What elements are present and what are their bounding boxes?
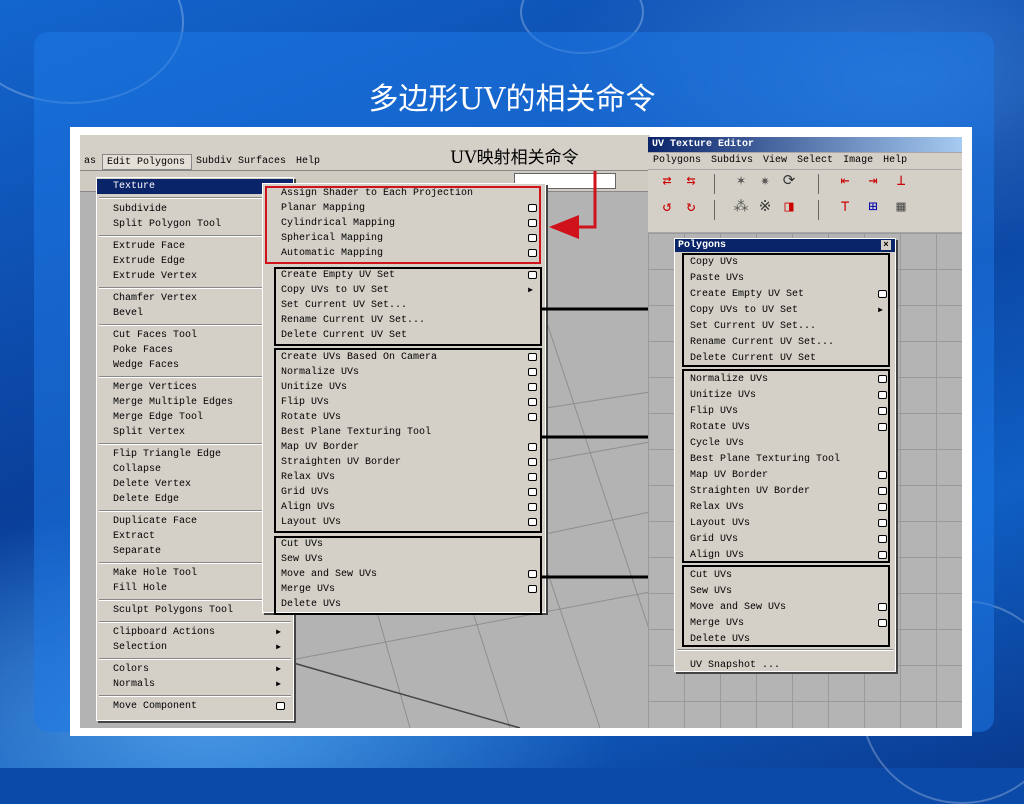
cut-sew-group-frame: [274, 536, 542, 615]
menu-item-selection[interactable]: Selection ▶: [97, 640, 293, 655]
menu-item-label: Chamfer Vertex: [113, 293, 198, 304]
menu-item-label: Extrude Edge: [113, 256, 186, 267]
menu-item-label: Sculpt Polygons Tool: [113, 605, 234, 616]
popup-title: Polygons: [678, 240, 727, 251]
mapping-callout: UV映射相关命令: [450, 148, 579, 168]
align-right-icon[interactable]: ⇥: [862, 172, 884, 192]
menu-separator: [99, 658, 291, 660]
rotate-cw-icon[interactable]: ↻: [680, 198, 702, 218]
menu-item-label: Duplicate Face: [113, 516, 198, 527]
cut-icon[interactable]: ※: [754, 198, 776, 218]
uv-edit-group-frame: [274, 348, 542, 533]
menu-item-colors[interactable]: Colors ▶: [97, 662, 293, 677]
menu-item-label: Delete Edge: [113, 494, 180, 505]
menu-item-label: Normals: [113, 679, 156, 690]
uv-editor-title: UV Texture Editor: [652, 139, 755, 150]
menu-item-uv-snapshot[interactable]: UV Snapshot ...: [675, 658, 895, 673]
menu-item-label: UV Snapshot ...: [690, 660, 781, 671]
option-box-icon[interactable]: [276, 702, 285, 710]
menu-item-label: Extrude Vertex: [113, 271, 198, 282]
screenshot-frame: as Edit Polygons Subdiv Surfaces Help UV…: [70, 127, 972, 736]
align-left-icon[interactable]: ⇤: [834, 172, 856, 192]
menu-item-label: Poke Faces: [113, 345, 174, 356]
menu-item-normals[interactable]: Normals ▶: [97, 677, 293, 692]
rotate-uv-icon[interactable]: ⇆: [680, 172, 702, 192]
toolbar-separator: [818, 200, 819, 220]
menu-separator: [99, 695, 291, 697]
grid-icon[interactable]: ⊞: [862, 198, 884, 218]
toolbar-separator: [714, 200, 715, 220]
mapping-group-frame: [265, 186, 541, 264]
uv-editor-menubar: Polygons Subdivs View Select Image Help: [648, 153, 962, 169]
submenu-arrow-icon: ▶: [276, 628, 281, 637]
menu-item-label: Subdivide: [113, 204, 168, 215]
uv-editor-titlebar: UV Texture Editor: [648, 137, 962, 152]
toolbar-separator: [818, 174, 819, 194]
uv-menu-help[interactable]: Help: [878, 153, 912, 169]
menu-item-label: Wedge Faces: [113, 360, 180, 371]
menu-item-label: Clipboard Actions: [113, 627, 216, 638]
menu-separator: [677, 649, 893, 651]
align-top-icon[interactable]: ⊤: [834, 198, 856, 218]
uv-menu-image[interactable]: Image: [838, 153, 878, 169]
flip-u-icon[interactable]: ✶: [730, 172, 752, 192]
uv-menu-view[interactable]: View: [758, 153, 792, 169]
submenu-arrow-icon: ▶: [276, 643, 281, 652]
align-bottom-icon[interactable]: ⊥: [890, 172, 912, 192]
popup-titlebar: Polygons ×: [675, 239, 895, 252]
menu-item-label: Separate: [113, 546, 162, 557]
menu-item-label: Flip Triangle Edge: [113, 449, 222, 460]
toolbar-separator: [714, 174, 715, 194]
menu-item-label: Collapse: [113, 464, 162, 475]
menu-item-label: Cut Faces Tool: [113, 330, 198, 341]
uv-menu-select[interactable]: Select: [792, 153, 838, 169]
menu-item-clipboard-actions[interactable]: Clipboard Actions ▶: [97, 625, 293, 640]
checker-icon[interactable]: ▦: [890, 198, 912, 218]
menu-item-label: Move Component: [113, 701, 198, 712]
flip-v-icon[interactable]: ✷: [754, 172, 776, 192]
menu-item-label: Merge Multiple Edges: [113, 397, 234, 408]
uvset-group-frame: [274, 267, 542, 346]
menu-item-label: Extrude Face: [113, 241, 186, 252]
menu-item-label: Bevel: [113, 308, 144, 319]
uv-menu-polygons[interactable]: Polygons: [648, 153, 706, 169]
cycle-icon[interactable]: ⟳: [778, 172, 800, 192]
unfold-icon[interactable]: ◨: [778, 198, 800, 218]
menu-item-label: Delete Vertex: [113, 479, 192, 490]
uv-editor-toolbar: ⇄ ⇆ ✶ ✷ ⟳ ⇤ ⇥ ⊥ ↺ ↻ ⁂ ※ ◨ ⊤ ⊞ ▦: [648, 170, 962, 232]
popup-cut-sew-frame: [682, 565, 890, 647]
menu-item-move-component[interactable]: Move Component: [97, 699, 293, 714]
menu-edit-polygons[interactable]: Edit Polygons: [102, 154, 193, 170]
popup-uv-edit-frame: [682, 369, 890, 563]
menu-help[interactable]: Help: [292, 154, 326, 170]
menu-item-label: Texture: [113, 181, 156, 192]
menu-item-label: Make Hole Tool: [113, 568, 198, 579]
submenu-arrow-icon: ▶: [276, 680, 281, 689]
menu-subdiv-surfaces[interactable]: Subdiv Surfaces: [192, 154, 292, 170]
move-uv-icon[interactable]: ⇄: [656, 172, 678, 192]
sew-icon[interactable]: ⁂: [730, 198, 752, 218]
menu-item-label: Extract: [113, 531, 156, 542]
menu-item-label: Fill Hole: [113, 583, 168, 594]
slide-title: 多边形UV的相关命令: [368, 82, 656, 117]
menu-item-label: Selection: [113, 642, 168, 653]
popup-uvset-frame: [682, 253, 890, 367]
close-icon[interactable]: ×: [881, 240, 891, 250]
uv-menu-subdivs[interactable]: Subdivs: [706, 153, 758, 169]
menu-item-label: Colors: [113, 664, 150, 675]
menu-item-label: Merge Edge Tool: [113, 412, 204, 423]
submenu-arrow-icon: ▶: [276, 665, 281, 674]
rotate-ccw-icon[interactable]: ↺: [656, 198, 678, 218]
menu-item-label: Split Polygon Tool: [113, 219, 222, 230]
menu-item-label: Merge Vertices: [113, 382, 198, 393]
menu-as[interactable]: as: [80, 154, 102, 170]
menu-item-label: Split Vertex: [113, 427, 186, 438]
menu-separator: [99, 621, 291, 623]
